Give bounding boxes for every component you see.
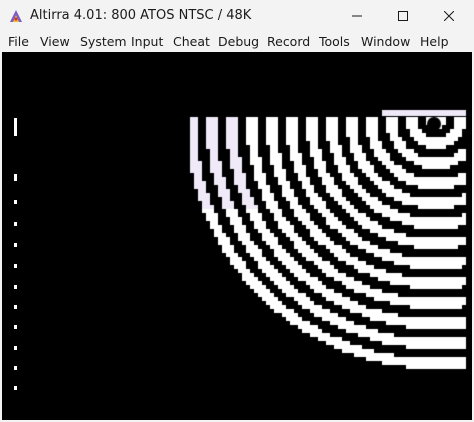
maximize-button[interactable]: [380, 0, 426, 32]
window-title: Altirra 4.01: 800 ATOS NTSC / 48K: [30, 8, 252, 23]
minimize-icon: [352, 15, 362, 17]
menu-file[interactable]: File: [8, 32, 29, 52]
emulator-display[interactable]: [2, 52, 472, 420]
menu-record[interactable]: Record: [267, 32, 310, 52]
menu-help[interactable]: Help: [420, 32, 449, 52]
menu-cheat[interactable]: Cheat: [173, 32, 210, 52]
altirra-app-icon[interactable]: [8, 8, 24, 24]
app-window: Altirra 4.01: 800 ATOS NTSC / 48K File V…: [0, 0, 474, 422]
menu-tools[interactable]: Tools: [319, 32, 350, 52]
title-bar[interactable]: Altirra 4.01: 800 ATOS NTSC / 48K: [0, 0, 474, 32]
close-button[interactable]: [426, 0, 472, 32]
menu-bar: File View System Input Cheat Debug Recor…: [0, 32, 474, 52]
close-icon: [444, 11, 454, 21]
menu-input[interactable]: Input: [131, 32, 163, 52]
menu-window[interactable]: Window: [361, 32, 410, 52]
minimize-button[interactable]: [334, 0, 380, 32]
menu-debug[interactable]: Debug: [218, 32, 259, 52]
maximize-icon: [398, 11, 408, 21]
menu-system[interactable]: System: [80, 32, 127, 52]
ring-pattern-graphic: [2, 52, 472, 420]
menu-view[interactable]: View: [40, 32, 70, 52]
